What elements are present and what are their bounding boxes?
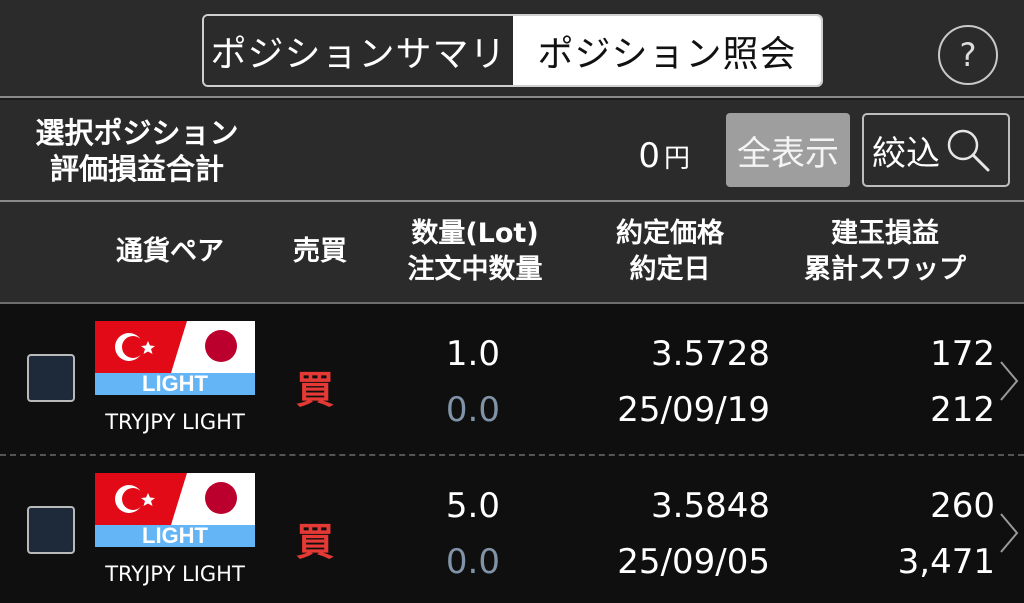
row-checkbox[interactable] [27, 354, 75, 402]
summary-label: 選択ポジション 評価損益合計 [22, 115, 252, 187]
col-price-line1: 約定価格 [616, 218, 724, 249]
col-quantity-line1: 数量(Lot) [411, 218, 539, 249]
filter-button[interactable]: 絞込 [862, 113, 1010, 187]
flag-label: LIGHT [142, 371, 209, 395]
buy-sell: 買 [296, 520, 335, 564]
col-pl: 建玉損益 累計スワップ [780, 216, 990, 288]
show-all-button[interactable]: 全表示 [726, 113, 850, 187]
quantity: 5.0 [445, 486, 500, 526]
pair-name: TRYJPY LIGHT [105, 410, 245, 434]
position-pl: 172 [930, 334, 995, 374]
column-header: 通貨ペア 売買 数量(Lot) 注文中数量 約定価格 約定日 建玉損益 累計スワ… [0, 202, 1024, 304]
pair-name: TRYJPY LIGHT [105, 562, 245, 586]
col-side: 売買 [293, 236, 347, 267]
cumulative-swap: 212 [930, 390, 995, 430]
summary-label-line2: 評価損益合計 [49, 152, 224, 186]
position-list: LIGHT TRYJPY LIGHT 買 1.0 0.0 3.5728 25/0… [0, 304, 1024, 603]
position-row[interactable]: LIGHT TRYJPY LIGHT 買 5.0 0.0 3.5848 25/0… [0, 454, 1024, 603]
tab-switcher: ポジションサマリ ポジション照会 [202, 14, 823, 87]
flag-label: LIGHT [142, 523, 209, 547]
cumulative-swap: 3,471 [897, 542, 995, 582]
col-pl-line2: 累計スワップ [804, 254, 966, 285]
col-pair: 通貨ペア [116, 236, 224, 267]
execution-price: 3.5728 [651, 334, 770, 374]
buy-sell: 買 [296, 368, 335, 412]
quantity: 1.0 [445, 334, 500, 374]
summary-unit: 円 [663, 144, 690, 174]
top-bar: ポジションサマリ ポジション照会 ? [0, 0, 1024, 98]
currency-flag-icon: LIGHT [95, 473, 255, 547]
col-quantity-line2: 注文中数量 [407, 254, 543, 285]
chevron-right-icon[interactable] [998, 511, 1020, 555]
summary-amount: 0 [638, 136, 660, 176]
execution-price: 3.5848 [651, 486, 770, 526]
order-quantity: 0.0 [445, 390, 500, 430]
chevron-right-icon[interactable] [998, 359, 1020, 403]
col-price-line2: 約定日 [629, 254, 711, 285]
execution-date: 25/09/05 [617, 542, 770, 582]
search-icon [947, 129, 990, 172]
col-price: 約定価格 約定日 [590, 216, 750, 288]
summary-value: 0円 [610, 136, 690, 176]
tab-position-summary[interactable]: ポジションサマリ [204, 16, 513, 85]
row-checkbox[interactable] [27, 506, 75, 554]
tab-position-inquiry[interactable]: ポジション照会 [513, 16, 821, 85]
currency-flag-icon: LIGHT [95, 321, 255, 395]
summary-label-line1: 選択ポジション [35, 116, 239, 150]
position-row[interactable]: LIGHT TRYJPY LIGHT 買 1.0 0.0 3.5728 25/0… [0, 304, 1024, 454]
order-quantity: 0.0 [445, 542, 500, 582]
help-icon[interactable]: ? [938, 25, 998, 85]
filter-label: 絞込 [872, 133, 940, 174]
position-pl: 260 [930, 486, 995, 526]
selected-pl-summary: 選択ポジション 評価損益合計 0円 全表示 絞込 [0, 100, 1024, 202]
col-quantity: 数量(Lot) 注文中数量 [385, 216, 565, 288]
col-pl-line1: 建玉損益 [831, 218, 939, 249]
execution-date: 25/09/19 [617, 390, 770, 430]
